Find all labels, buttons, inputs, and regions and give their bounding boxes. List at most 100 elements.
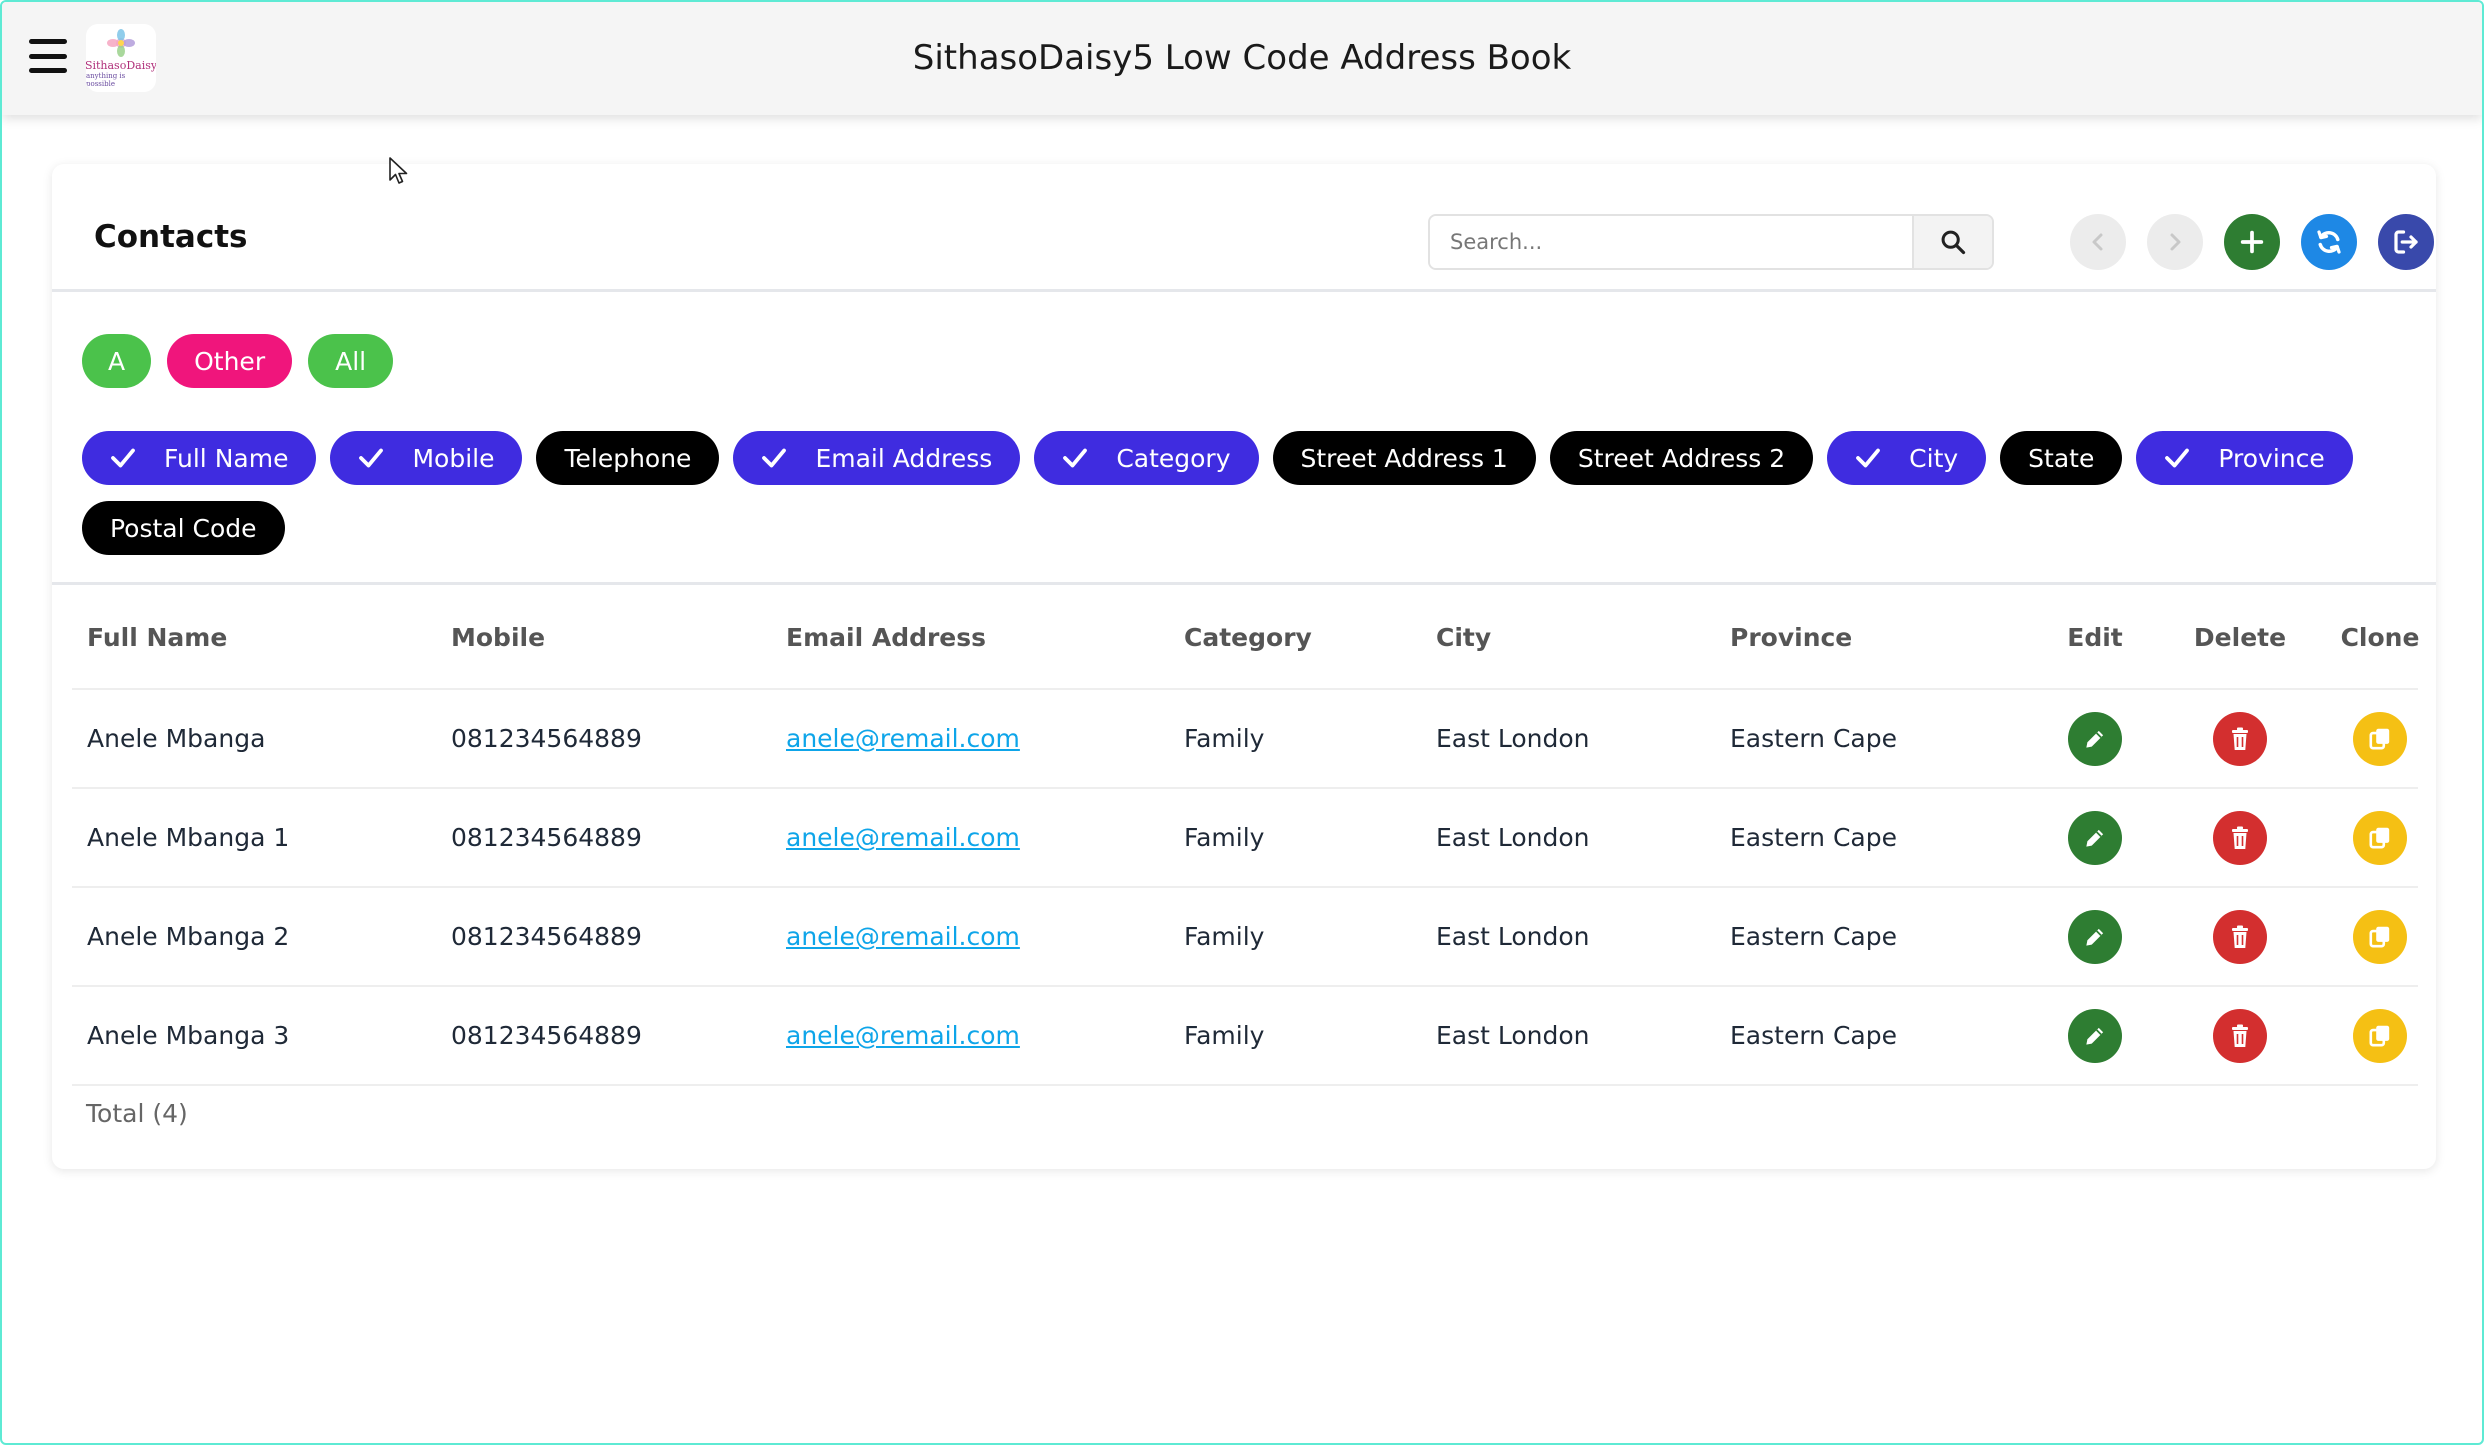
copy-icon [2369, 728, 2390, 750]
column-toggle-mobile[interactable]: Mobile [330, 431, 523, 485]
logout-button[interactable] [2378, 214, 2434, 270]
add-contact-button[interactable] [2224, 214, 2280, 270]
column-toggle-city[interactable]: City [1827, 431, 1987, 485]
trash-icon [2232, 727, 2248, 750]
edit-button[interactable] [2068, 810, 2122, 865]
column-toggle-label: Street Address 1 [1300, 443, 1508, 473]
search-group [1428, 214, 1994, 270]
check-icon [2165, 448, 2190, 468]
cell-clone [2330, 987, 2430, 1084]
cell-city: East London [1436, 922, 1590, 951]
pencil-icon [2086, 829, 2104, 847]
cell-full-name: Anele Mbanga [87, 724, 266, 753]
cell-mobile: 081234564889 [451, 724, 642, 753]
header-mobile[interactable]: Mobile [451, 586, 545, 688]
cell-email-address: anele@remail.com [786, 987, 1020, 1084]
cell-full-name: Anele Mbanga 2 [87, 922, 290, 951]
cell-clone [2330, 888, 2430, 985]
column-toggle-telephone[interactable]: Telephone [536, 431, 720, 485]
cell-category: Family [1184, 1021, 1265, 1050]
header-edit: Edit [2067, 622, 2123, 652]
cell-delete [2185, 789, 2295, 886]
cell-email-address: anele@remail.com [786, 888, 1020, 985]
cell-category: Family [1184, 724, 1265, 753]
copy-icon [2369, 926, 2390, 948]
logo-flower-icon [107, 29, 135, 57]
check-icon [359, 448, 384, 468]
table-body: Anele Mbanga 081234564889 anele@remail.com… [72, 690, 2418, 1086]
app-logo[interactable]: SithasoDaisy anything is possible [86, 24, 156, 92]
column-toggle-label: Email Address [815, 443, 993, 473]
header-delete: Delete [2193, 622, 2287, 652]
email-link[interactable]: anele@remail.com [786, 724, 1020, 753]
delete-button[interactable] [2213, 711, 2267, 766]
email-link[interactable]: anele@remail.com [786, 823, 1020, 852]
app-frame: SithasoDaisy anything is possible Sithas… [0, 0, 2484, 1445]
chevron-right-icon [2170, 233, 2181, 251]
email-link[interactable]: anele@remail.com [786, 922, 1020, 951]
filter-chip-all[interactable]: All [308, 334, 394, 388]
column-toggle-full-name[interactable]: Full Name [82, 431, 317, 485]
column-toggle-row-2: Postal Code [82, 501, 285, 555]
cell-province: Eastern Cape [1730, 724, 1897, 753]
search-input[interactable] [1430, 216, 1912, 268]
search-button[interactable] [1912, 216, 1992, 268]
delete-button[interactable] [2213, 1008, 2267, 1063]
cell-mobile: 081234564889 [451, 1021, 642, 1050]
cell-province: Eastern Cape [1730, 823, 1897, 852]
table-row: Anele Mbanga 1 081234564889 anele@remail.c… [72, 789, 2418, 888]
logout-icon [2394, 230, 2418, 254]
filter-chip-other[interactable]: Other [167, 334, 293, 388]
app-title: SithasoDaisy5 Low Code Address Book [912, 38, 1572, 78]
header-full-name[interactable]: Full Name [87, 586, 227, 688]
contacts-table: Full Name Mobile Email Address Category … [72, 586, 2419, 1086]
column-toggle-state[interactable]: State [2000, 431, 2123, 485]
check-icon [1063, 448, 1088, 468]
next-page-button[interactable] [2147, 214, 2203, 270]
clone-button[interactable] [2353, 1008, 2407, 1063]
header-clone: Clone [2340, 622, 2420, 652]
cell-province: Eastern Cape [1730, 1021, 1897, 1050]
pencil-icon [2086, 730, 2104, 748]
column-toggle-street-address-1[interactable]: Street Address 1 [1272, 431, 1536, 485]
column-toggle-email-address[interactable]: Email Address [733, 431, 1021, 485]
clone-button[interactable] [2353, 711, 2407, 766]
refresh-icon [2317, 230, 2341, 254]
card-header: Contacts [52, 164, 2436, 292]
logo-name: SithasoDaisy [86, 59, 156, 72]
header-province[interactable]: Province [1730, 586, 1852, 688]
column-toggle-category[interactable]: Category [1034, 431, 1259, 485]
column-toggle-label: Telephone [564, 443, 692, 473]
clone-button[interactable] [2353, 810, 2407, 865]
email-link[interactable]: anele@remail.com [786, 1021, 1020, 1050]
cell-province: Eastern Cape [1730, 922, 1897, 951]
cell-email-address: anele@remail.com [786, 690, 1020, 787]
filter-chip-a[interactable]: A [82, 334, 152, 388]
previous-page-button[interactable] [2070, 214, 2126, 270]
hamburger-menu-icon[interactable] [29, 39, 67, 73]
delete-button[interactable] [2213, 810, 2267, 865]
top-navbar: SithasoDaisy anything is possible Sithas… [2, 2, 2482, 115]
cell-delete [2185, 987, 2295, 1084]
column-toggle-street-address-2[interactable]: Street Address 2 [1549, 431, 1814, 485]
column-toggle-postal-code[interactable]: Postal Code [82, 501, 285, 555]
search-icon [1941, 230, 1966, 255]
logo-tagline: anything is possible [86, 72, 126, 88]
refresh-button[interactable] [2301, 214, 2357, 270]
contacts-card: Contacts Search... A Other All Full Name… [52, 164, 2436, 1169]
check-icon [1856, 448, 1881, 468]
cell-category: Family [1184, 823, 1265, 852]
clone-button[interactable] [2353, 909, 2407, 964]
chevron-left-icon [2092, 233, 2103, 251]
cell-full-name: Anele Mbanga 1 [87, 823, 290, 852]
header-city[interactable]: City [1436, 586, 1491, 688]
letter-filter-row: A Other All [82, 334, 394, 388]
edit-button[interactable] [2068, 1008, 2122, 1063]
header-email-address[interactable]: Email Address [786, 586, 986, 688]
header-category[interactable]: Category [1184, 586, 1312, 688]
edit-button[interactable] [2068, 711, 2122, 766]
column-toggle-label: Mobile [412, 443, 495, 473]
edit-button[interactable] [2068, 909, 2122, 964]
delete-button[interactable] [2213, 909, 2267, 964]
column-toggle-province[interactable]: Province [2136, 431, 2353, 485]
